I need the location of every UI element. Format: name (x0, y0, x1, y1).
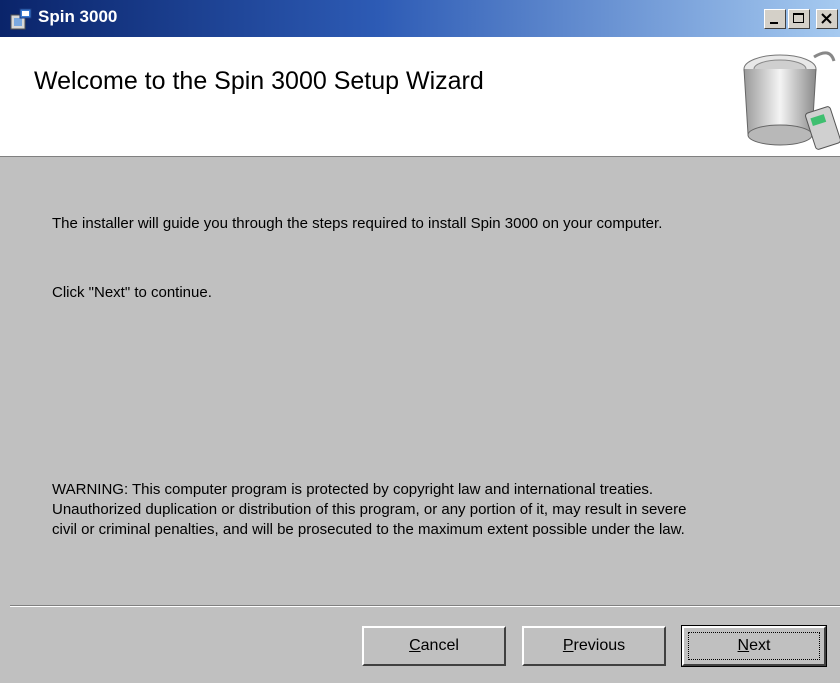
setup-wizard-window: Spin 3000 Welcome to the Spin 3000 Setup… (0, 0, 840, 683)
window-title: Spin 3000 (38, 7, 118, 26)
close-button[interactable] (816, 9, 838, 29)
previous-label: revious (573, 637, 626, 654)
title-bar[interactable]: Spin 3000 (0, 0, 840, 37)
focus-rectangle (688, 632, 820, 660)
previous-button[interactable]: Previous (522, 626, 666, 666)
product-illustration-icon (743, 51, 840, 150)
cancel-label: ancel (420, 637, 459, 654)
copyright-warning-line-2: Unauthorized duplication or distribution… (52, 501, 687, 518)
minimize-icon (770, 22, 778, 24)
copyright-warning-line-1: WARNING: This computer program is protec… (52, 481, 654, 498)
close-icon (821, 13, 832, 24)
wizard-title: Welcome to the Spin 3000 Setup Wizard (34, 67, 484, 95)
installer-app-icon (10, 8, 32, 30)
maximize-button[interactable] (788, 9, 810, 29)
wizard-header-banner: Welcome to the Spin 3000 Setup Wizard (0, 37, 840, 157)
minimize-button[interactable] (764, 9, 786, 29)
cancel-mnemonic: C (409, 637, 421, 654)
instruction-text: Click "Next" to continue. (52, 284, 212, 301)
maximize-icon (793, 13, 804, 23)
intro-text: The installer will guide you through the… (52, 215, 663, 232)
cancel-button[interactable]: Cancel (362, 626, 506, 666)
footer-divider (10, 605, 840, 607)
next-button[interactable]: Next (681, 625, 827, 667)
previous-mnemonic: P (562, 637, 574, 654)
copyright-warning-line-3: civil or criminal penalties, and will be… (52, 521, 685, 538)
